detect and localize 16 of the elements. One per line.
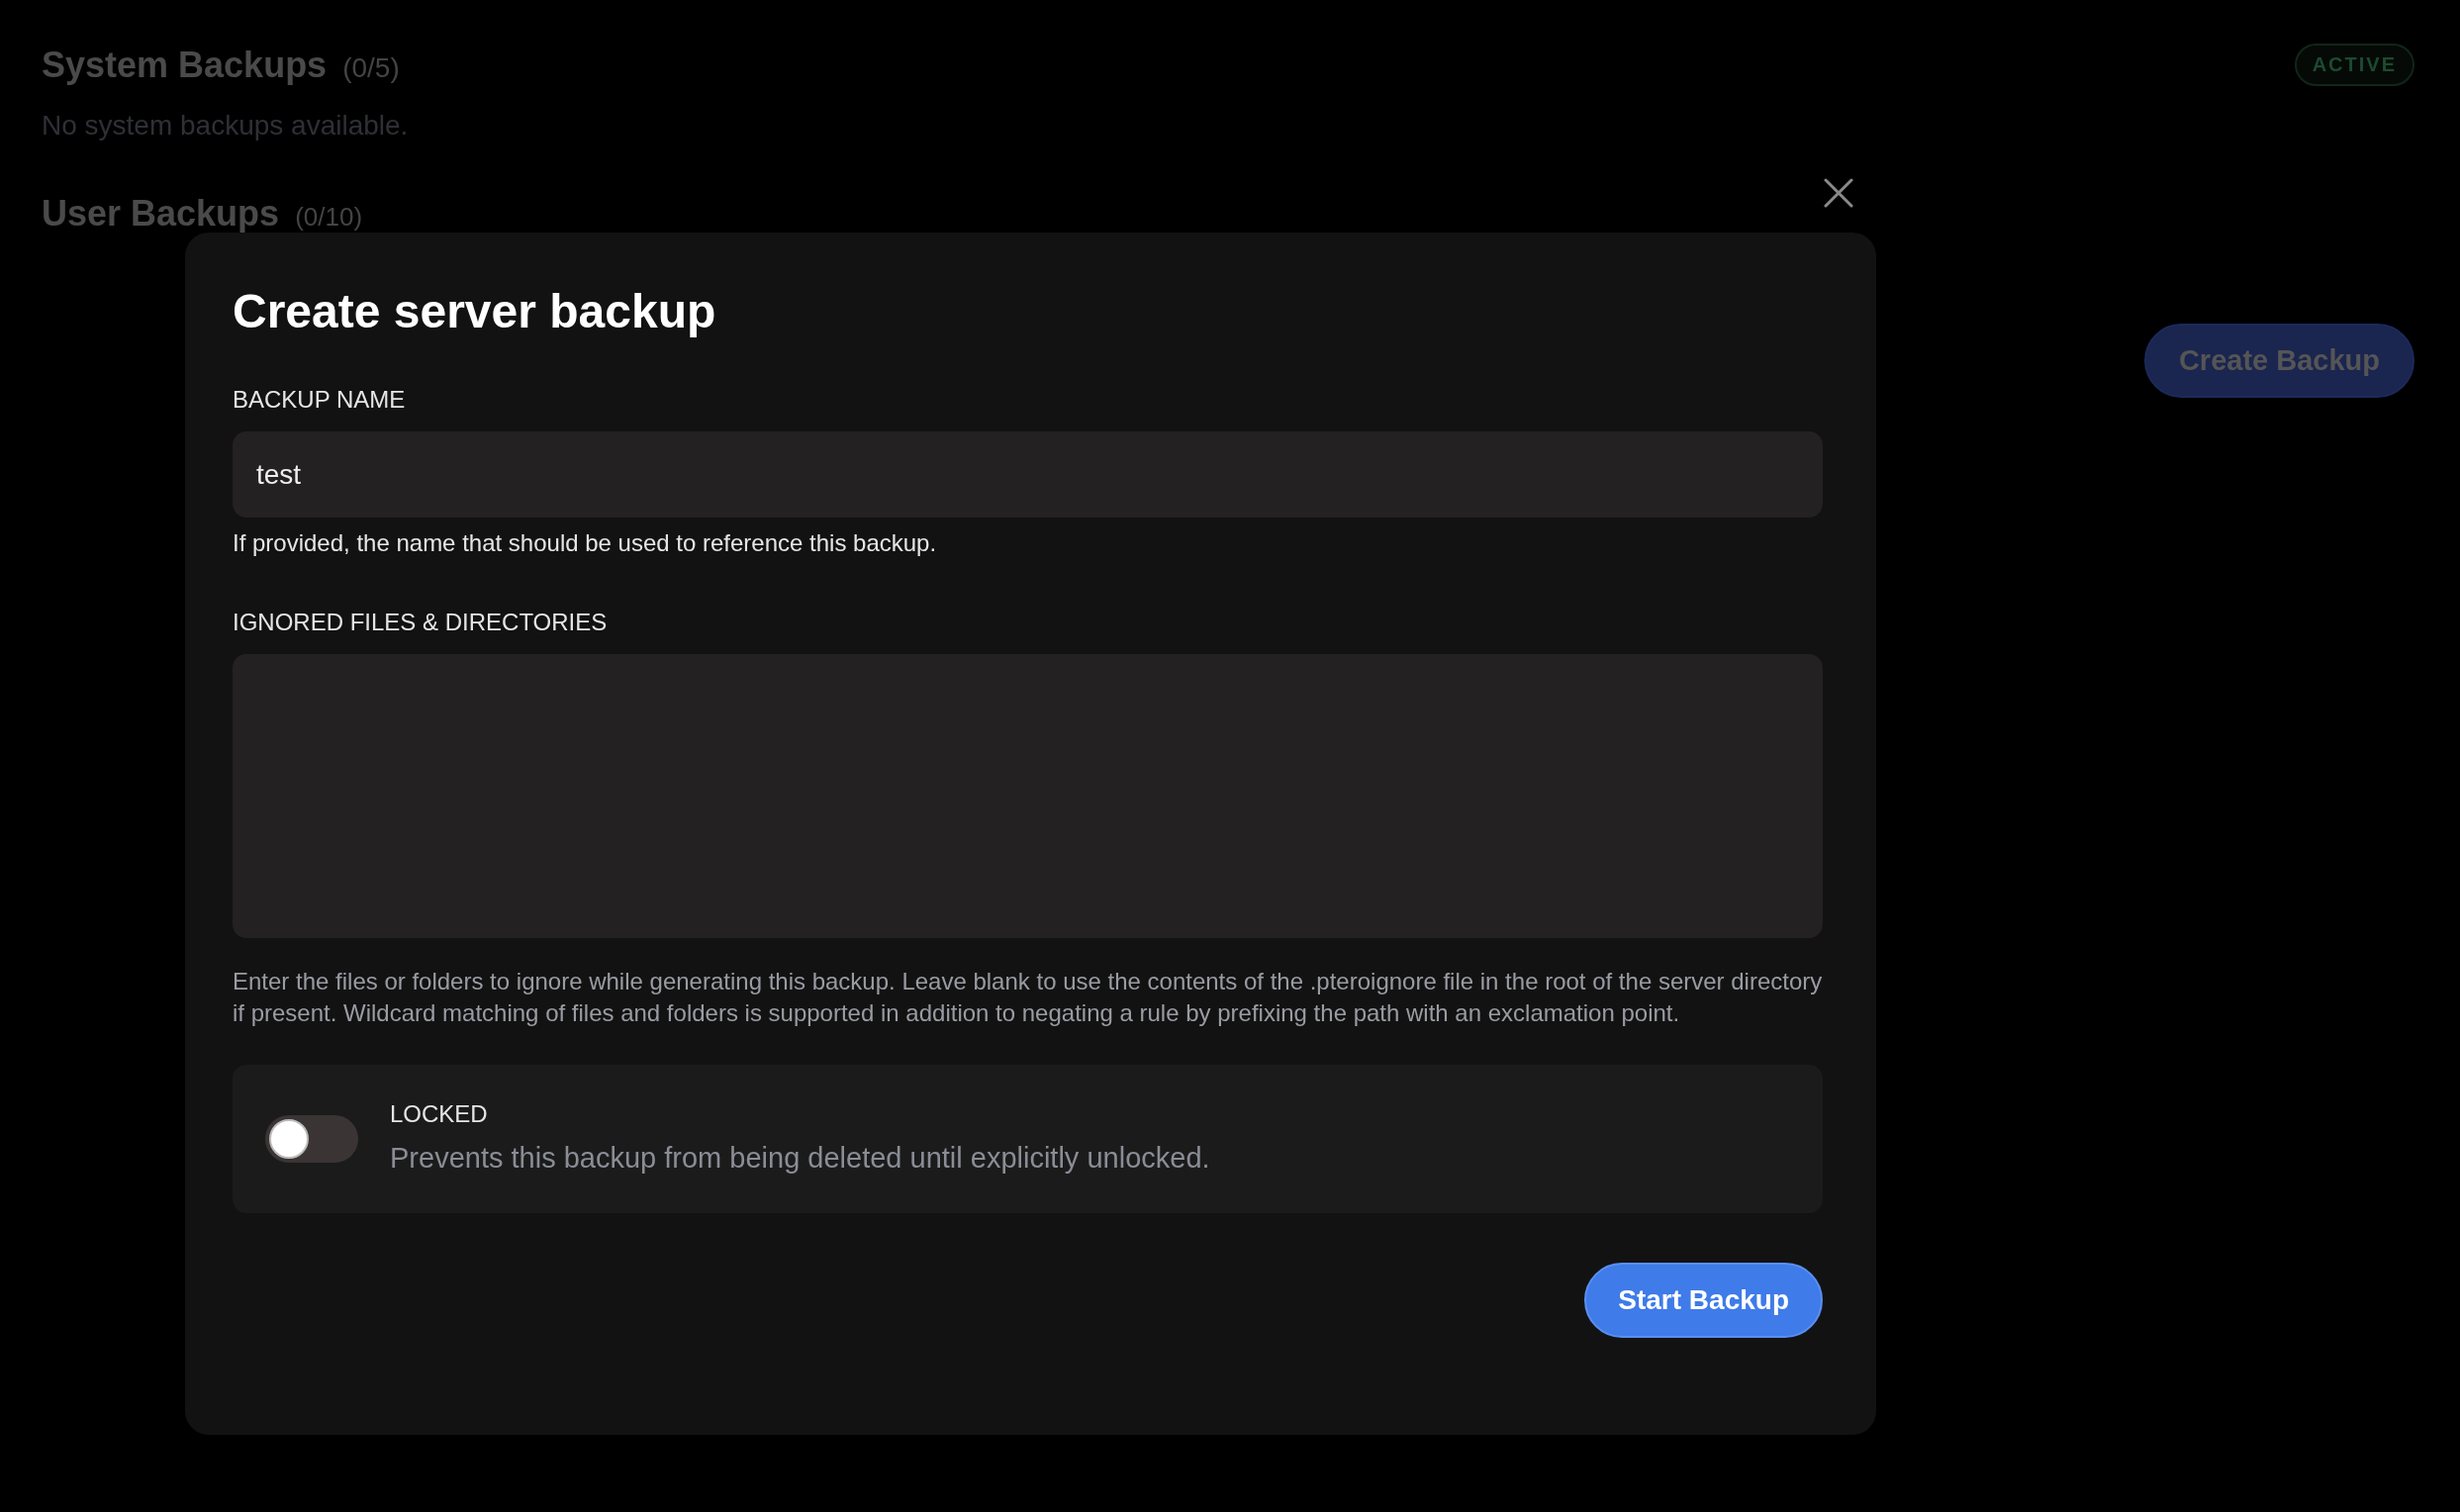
backup-count: (0/5)	[342, 51, 400, 84]
modal-title: Create server backup	[233, 284, 717, 338]
option-label: LOCKED	[390, 1099, 489, 1128]
section-title: User Backups	[42, 193, 280, 235]
input-field[interactable]: test	[233, 431, 1823, 518]
field-label: IGNORED FILES & DIRECTORIES	[233, 609, 609, 636]
help-text: If provided, the name that should be used to reference this backup.	[233, 529, 938, 557]
close-icon[interactable]	[1824, 178, 1853, 208]
backup-count: (0/10)	[295, 202, 363, 233]
status-badge: ACTIVE	[2294, 44, 2414, 86]
start-backup-button[interactable]: Start Backup	[1584, 1263, 1823, 1338]
toggle-switch[interactable]	[265, 1115, 358, 1163]
section-title: System Backups	[42, 44, 328, 86]
help-text: Enter the files or folders to ignore while generating this backup. Leave blank to use the contents of the .pteroignore file in the root of the server directory if present. Wildcard matching of files and folders is supported in addition to negating a rule by prefixing the path with an exclamation point.	[233, 967, 1823, 1028]
option-description: Prevents this backup from being deleted until explicitly unlocked.	[390, 1141, 1210, 1175]
field-label: BACKUP NAME	[233, 386, 407, 414]
